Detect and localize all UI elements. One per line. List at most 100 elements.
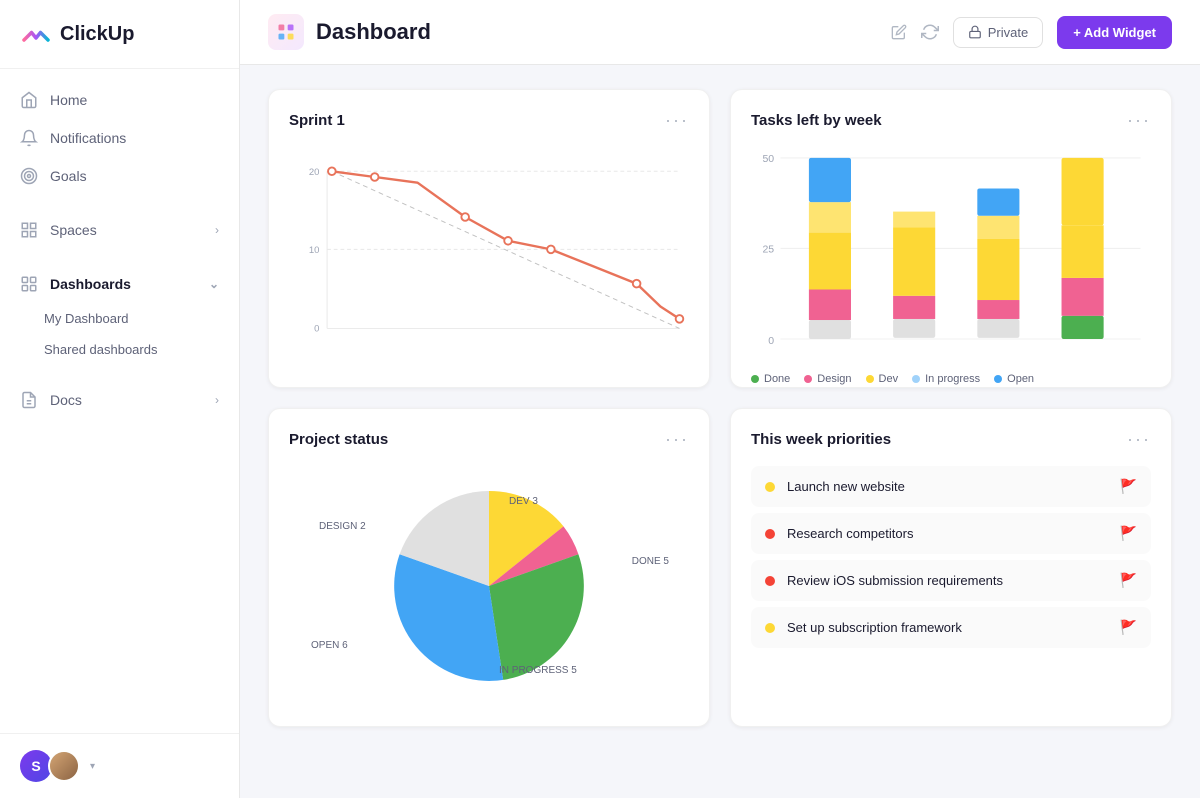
private-button[interactable]: Private [953, 17, 1043, 48]
priority-text-2: Research competitors [787, 526, 913, 541]
tasks-widget-title: Tasks left by week [751, 112, 882, 129]
shared-dashboards-label: Shared dashboards [44, 342, 157, 357]
open-dot [994, 375, 1002, 383]
priority-dot-3 [765, 576, 775, 586]
private-label: Private [988, 25, 1028, 40]
priority-item-4: Set up subscription framework 🚩 [751, 607, 1151, 648]
sidebar-item-home[interactable]: Home [0, 81, 239, 119]
spaces-icon [20, 221, 38, 239]
priorities-menu[interactable]: ··· [1127, 429, 1151, 450]
sidebar-item-my-dashboard[interactable]: My Dashboard [0, 303, 239, 334]
priority-dot-4 [765, 623, 775, 633]
home-label: Home [50, 92, 87, 108]
spaces-arrow-icon: › [215, 223, 219, 237]
priority-item-1: Launch new website 🚩 [751, 466, 1151, 507]
priority-flag-2: 🚩 [1120, 525, 1137, 542]
dev-dot [866, 375, 874, 383]
priorities-header: This week priorities ··· [751, 429, 1151, 450]
dashboards-icon [20, 275, 38, 293]
goal-icon [20, 167, 38, 185]
bell-icon [20, 129, 38, 147]
priority-text-3: Review iOS submission requirements [787, 573, 1003, 588]
bar-chart-area: 50 25 0 [751, 147, 1151, 363]
tasks-widget: Tasks left by week ··· 50 25 0 [730, 89, 1172, 388]
in-progress-dot [912, 375, 920, 383]
done-pie-label: DONE 5 [632, 556, 669, 567]
add-widget-label: + Add Widget [1073, 25, 1156, 40]
pencil-icon[interactable] [891, 24, 907, 40]
priority-item-3: Review iOS submission requirements 🚩 [751, 560, 1151, 601]
goals-label: Goals [50, 168, 87, 184]
project-status-title: Project status [289, 431, 388, 448]
sidebar-item-shared-dashboards[interactable]: Shared dashboards [0, 334, 239, 365]
refresh-icon[interactable] [921, 23, 939, 41]
priority-item-2: Research competitors 🚩 [751, 513, 1151, 554]
svg-text:0: 0 [314, 323, 319, 334]
footer-arrow-icon[interactable]: ▾ [90, 761, 95, 772]
sidebar-footer: S ▾ [0, 733, 239, 798]
priority-list: Launch new website 🚩 Research competitor… [751, 466, 1151, 652]
priority-text-4: Set up subscription framework [787, 620, 962, 635]
sprint-widget-menu[interactable]: ··· [665, 110, 689, 131]
priority-flag-1: 🚩 [1120, 478, 1137, 495]
dev-pie-label: DEV 3 [509, 496, 538, 507]
add-widget-button[interactable]: + Add Widget [1057, 16, 1172, 49]
legend-dev: Dev [866, 373, 899, 385]
project-status-header: Project status ··· [289, 429, 689, 450]
header-left: Dashboard [268, 14, 431, 50]
priority-item-2-left: Research competitors [765, 526, 913, 541]
priority-flag-3: 🚩 [1120, 572, 1137, 589]
notifications-label: Notifications [50, 130, 126, 146]
priority-dot-1 [765, 482, 775, 492]
sprint-widget-header: Sprint 1 ··· [289, 110, 689, 131]
lock-icon [968, 25, 982, 39]
sidebar-item-spaces[interactable]: Spaces › [0, 211, 239, 249]
legend-design: Design [804, 373, 851, 385]
sidebar: ClickUp Home Notifications Goals [0, 0, 240, 798]
clickup-logo-icon [20, 18, 52, 50]
dashboard-grid: Sprint 1 ··· 20 10 0 [268, 89, 1172, 727]
pie-chart-svg [359, 456, 619, 716]
main-content: Dashboard Private + Add Widget Sprint 1 … [240, 0, 1200, 798]
open-label: Open [1007, 373, 1034, 385]
sidebar-item-dashboards[interactable]: Dashboards ⌄ [0, 265, 239, 303]
pie-chart-container: DEV 3 DESIGN 2 OPEN 6 IN PROGRESS 5 DONE… [289, 466, 689, 706]
sidebar-item-notifications[interactable]: Notifications [0, 119, 239, 157]
priorities-title: This week priorities [751, 431, 891, 448]
docs-arrow-icon: › [215, 393, 219, 407]
sprint-chart-svg: 20 10 0 [289, 147, 689, 367]
legend-done: Done [751, 373, 790, 385]
design-dot [804, 375, 812, 383]
docs-icon [20, 391, 38, 409]
priority-flag-4: 🚩 [1120, 619, 1137, 636]
in-progress-pie-label: IN PROGRESS 5 [499, 665, 577, 676]
dashboard-icon-box [268, 14, 304, 50]
priority-item-3-left: Review iOS submission requirements [765, 573, 1003, 588]
svg-text:25: 25 [762, 244, 774, 256]
project-status-menu[interactable]: ··· [665, 429, 689, 450]
svg-text:20: 20 [309, 167, 320, 178]
sidebar-item-docs[interactable]: Docs › [0, 381, 239, 419]
avatar-photo[interactable] [48, 750, 80, 782]
sidebar-nav: Home Notifications Goals Spaces › [0, 69, 239, 733]
design-label: Design [817, 373, 851, 385]
tasks-widget-header: Tasks left by week ··· [751, 110, 1151, 131]
page-title: Dashboard [316, 19, 431, 45]
open-pie-label: OPEN 6 [311, 640, 348, 651]
sprint-widget: Sprint 1 ··· 20 10 0 [268, 89, 710, 388]
priorities-widget: This week priorities ··· Launch new webs… [730, 408, 1172, 727]
sidebar-item-goals[interactable]: Goals [0, 157, 239, 195]
project-status-widget: Project status ··· [268, 408, 710, 727]
bar-chart-svg: 50 25 0 [751, 147, 1151, 363]
header-right: Private + Add Widget [891, 16, 1172, 49]
sprint-widget-title: Sprint 1 [289, 112, 345, 129]
done-label: Done [764, 373, 790, 385]
svg-text:50: 50 [762, 153, 774, 165]
svg-text:10: 10 [309, 245, 320, 256]
tasks-widget-menu[interactable]: ··· [1127, 110, 1151, 131]
priority-text-1: Launch new website [787, 479, 905, 494]
dashboards-label: Dashboards [50, 276, 131, 292]
dashboard-content: Sprint 1 ··· 20 10 0 [240, 65, 1200, 798]
logo: ClickUp [0, 0, 239, 69]
priority-item-1-left: Launch new website [765, 479, 905, 494]
